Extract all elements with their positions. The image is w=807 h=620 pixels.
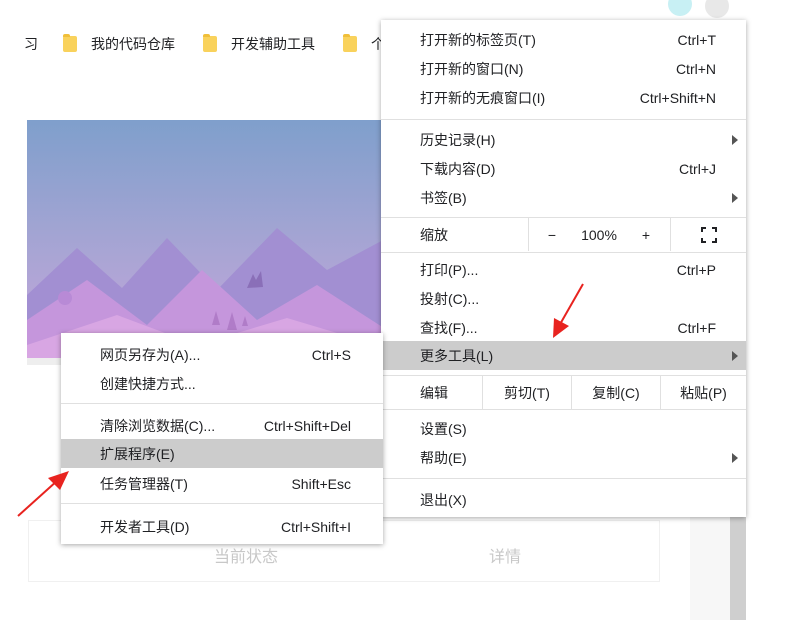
menu-item-clear-browsing-data[interactable]: 清除浏览数据(C)... Ctrl+Shift+Del — [61, 411, 383, 440]
zoom-out-button[interactable]: − — [539, 218, 565, 251]
menu-item-bookmarks[interactable]: 书签(B) — [381, 183, 746, 212]
bookmark-item[interactable]: 习 — [24, 34, 38, 54]
menu-item-shortcut: Ctrl+F — [677, 319, 717, 336]
menu-item-shortcut: Shift+Esc — [291, 475, 351, 492]
menu-item-shortcut: Ctrl+T — [677, 31, 717, 48]
menu-item-settings[interactable]: 设置(S) — [381, 414, 746, 443]
zoom-row: 缩放 − 100% + — [381, 218, 746, 251]
menu-item-task-manager[interactable]: 任务管理器(T) Shift+Esc — [61, 469, 383, 498]
menu-separator — [61, 503, 383, 504]
cut-button[interactable]: 剪切(T) — [483, 376, 571, 409]
column-header-details: 详情 — [489, 549, 522, 566]
browser-main-menu: 打开新的标签页(T) Ctrl+T 打开新的窗口(N) Ctrl+N 打开新的无… — [381, 20, 746, 517]
fullscreen-button[interactable] — [671, 218, 746, 251]
menu-item-more-tools[interactable]: 更多工具(L) — [381, 341, 746, 370]
paste-button[interactable]: 粘贴(P) — [661, 376, 746, 409]
bookmark-label: 我的代码仓库 — [91, 36, 175, 52]
menu-item-label: 打开新的标签页(T) — [420, 31, 536, 48]
menu-item-shortcut: Ctrl+S — [311, 346, 351, 363]
menu-item-exit[interactable]: 退出(X) — [381, 485, 746, 514]
menu-item-label: 投射(C)... — [420, 290, 480, 307]
menu-item-label: 历史记录(H) — [420, 131, 496, 148]
more-tools-submenu: 网页另存为(A)... Ctrl+S 创建快捷方式... 清除浏览数据(C)..… — [61, 333, 383, 544]
profile-avatar[interactable] — [668, 0, 692, 16]
menu-button[interactable] — [705, 0, 729, 18]
menu-item-shortcut: Ctrl+J — [679, 160, 716, 177]
menu-item-shortcut: Ctrl+P — [676, 261, 716, 278]
menu-item-label: 网页另存为(A)... — [100, 346, 201, 363]
menu-item-label: 任务管理器(T) — [100, 475, 188, 492]
edit-label: 编辑 — [420, 384, 448, 401]
menu-item-label: 书签(B) — [420, 189, 467, 206]
menu-item-label: 打印(P)... — [420, 261, 479, 278]
menu-item-shortcut: Ctrl+N — [675, 60, 716, 77]
folder-icon — [63, 34, 77, 52]
menu-item-downloads[interactable]: 下载内容(D) Ctrl+J — [381, 154, 746, 183]
menu-item-shortcut: Ctrl+Shift+N — [639, 89, 716, 106]
menu-item-new-window[interactable]: 打开新的窗口(N) Ctrl+N — [381, 54, 746, 83]
menu-item-extensions[interactable]: 扩展程序(E) — [61, 439, 383, 468]
menu-item-help[interactable]: 帮助(E) — [381, 443, 746, 472]
page-banner-image — [27, 120, 387, 365]
bookmark-folder-code-repo[interactable]: 我的代码仓库 — [63, 34, 175, 54]
menu-item-shortcut: Ctrl+Shift+Del — [263, 417, 351, 434]
menu-item-label: 下载内容(D) — [420, 160, 496, 177]
bookmark-label: 习 — [24, 36, 38, 52]
menu-item-label: 更多工具(L) — [420, 347, 494, 364]
bookmark-folder-dev-tools[interactable]: 开发辅助工具 — [203, 34, 315, 54]
fullscreen-icon — [700, 226, 717, 243]
menu-separator — [381, 119, 746, 120]
edit-row: 编辑 剪切(T) 复制(C) 粘贴(P) — [381, 376, 746, 409]
menu-item-label: 查找(F)... — [420, 319, 478, 336]
annotation-arrow-icon — [553, 283, 584, 338]
menu-item-label: 创建快捷方式... — [100, 375, 196, 392]
menu-item-save-page-as[interactable]: 网页另存为(A)... Ctrl+S — [61, 340, 383, 369]
copy-button[interactable]: 复制(C) — [572, 376, 660, 409]
annotation-arrow-icon — [17, 471, 69, 517]
submenu-arrow-icon — [732, 350, 738, 361]
menu-separator — [381, 252, 746, 253]
zoom-in-button[interactable]: + — [633, 218, 659, 251]
menu-item-label: 扩展程序(E) — [100, 445, 175, 462]
menu-item-label: 打开新的无痕窗口(I) — [420, 89, 546, 106]
menu-separator — [61, 403, 383, 404]
menu-item-label: 打开新的窗口(N) — [420, 60, 524, 77]
zoom-level: 100% — [581, 226, 617, 243]
menu-item-label: 清除浏览数据(C)... — [100, 417, 216, 434]
menu-item-label: 帮助(E) — [420, 449, 467, 466]
column-header-status: 当前状态 — [214, 549, 279, 566]
submenu-arrow-icon — [732, 192, 738, 203]
menu-item-label: 退出(X) — [420, 491, 467, 508]
submenu-arrow-icon — [732, 452, 738, 463]
menu-item-shortcut: Ctrl+Shift+I — [280, 518, 351, 535]
menu-item-new-tab[interactable]: 打开新的标签页(T) Ctrl+T — [381, 25, 746, 54]
menu-separator — [381, 478, 746, 479]
menu-item-label: 设置(S) — [420, 420, 467, 437]
submenu-arrow-icon — [732, 134, 738, 145]
bookmark-label: 开发辅助工具 — [231, 36, 315, 52]
folder-icon — [203, 34, 217, 52]
bookmark-folder-more[interactable]: 个 — [343, 34, 385, 54]
folder-icon — [343, 34, 357, 52]
menu-item-developer-tools[interactable]: 开发者工具(D) Ctrl+Shift+I — [61, 512, 383, 541]
zoom-divider — [528, 218, 529, 251]
menu-item-history[interactable]: 历史记录(H) — [381, 125, 746, 154]
menu-item-label: 开发者工具(D) — [100, 518, 190, 535]
menu-separator — [381, 409, 746, 410]
menu-item-create-shortcut[interactable]: 创建快捷方式... — [61, 369, 383, 398]
zoom-label: 缩放 — [420, 226, 448, 243]
menu-item-incognito[interactable]: 打开新的无痕窗口(I) Ctrl+Shift+N — [381, 83, 746, 112]
